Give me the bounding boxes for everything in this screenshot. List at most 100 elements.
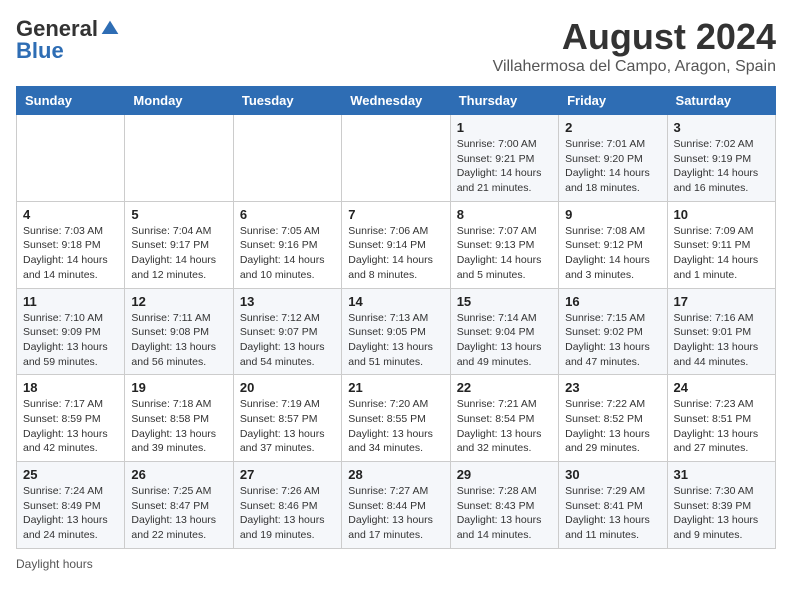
day-info: Sunrise: 7:26 AM Sunset: 8:46 PM Dayligh… — [240, 484, 335, 543]
day-number: 27 — [240, 467, 335, 482]
day-number: 14 — [348, 294, 443, 309]
day-info: Sunrise: 7:23 AM Sunset: 8:51 PM Dayligh… — [674, 397, 769, 456]
weekday-header-wednesday: Wednesday — [342, 87, 450, 115]
calendar-cell: 6 Sunrise: 7:05 AM Sunset: 9:16 PM Daylig… — [233, 201, 341, 288]
day-info: Sunrise: 7:13 AM Sunset: 9:05 PM Dayligh… — [348, 311, 443, 370]
day-info: Sunrise: 7:15 AM Sunset: 9:02 PM Dayligh… — [565, 311, 660, 370]
day-info: Sunrise: 7:01 AM Sunset: 9:20 PM Dayligh… — [565, 137, 660, 196]
day-info: Sunrise: 7:12 AM Sunset: 9:07 PM Dayligh… — [240, 311, 335, 370]
calendar-cell — [17, 115, 125, 202]
calendar-cell — [342, 115, 450, 202]
calendar-cell: 13Sunrise: 7:12 AM Sunset: 9:07 PM Dayli… — [233, 288, 341, 375]
day-number: 8 — [457, 207, 552, 222]
day-info: Sunrise: 7:18 AM Sunset: 8:58 PM Dayligh… — [131, 397, 226, 456]
day-info: Sunrise: 7:21 AM Sunset: 8:54 PM Dayligh… — [457, 397, 552, 456]
day-number: 20 — [240, 380, 335, 395]
calendar-cell: 26 Sunrise: 7:25 AM Sunset: 8:47 PM Dayli… — [125, 462, 233, 549]
calendar-week-row: 1Sunrise: 7:00 AM Sunset: 9:21 PM Daylig… — [17, 115, 776, 202]
calendar-cell — [233, 115, 341, 202]
weekday-header-saturday: Saturday — [667, 87, 775, 115]
day-info: Sunrise: 7:25 AM Sunset: 8:47 PM Dayligh… — [131, 484, 226, 543]
calendar-cell: 1Sunrise: 7:00 AM Sunset: 9:21 PM Daylig… — [450, 115, 558, 202]
day-info: Sunrise: 7:08 AM Sunset: 9:12 PM Dayligh… — [565, 224, 660, 283]
day-number: 4 — [23, 207, 118, 222]
title-block: August 2024 Villahermosa del Campo, Arag… — [493, 16, 776, 76]
calendar-cell: 4Sunrise: 7:03 AM Sunset: 9:18 PM Daylig… — [17, 201, 125, 288]
day-number: 18 — [23, 380, 118, 395]
day-info: Sunrise: 7:04 AM Sunset: 9:17 PM Dayligh… — [131, 224, 226, 283]
day-info: Sunrise: 7:20 AM Sunset: 8:55 PM Dayligh… — [348, 397, 443, 456]
day-number: 9 — [565, 207, 660, 222]
day-number: 10 — [674, 207, 769, 222]
day-number: 12 — [131, 294, 226, 309]
day-info: Sunrise: 7:24 AM Sunset: 8:49 PM Dayligh… — [23, 484, 118, 543]
day-number: 22 — [457, 380, 552, 395]
day-number: 21 — [348, 380, 443, 395]
day-info: Sunrise: 7:00 AM Sunset: 9:21 PM Dayligh… — [457, 137, 552, 196]
logo: General Blue — [16, 16, 120, 64]
day-info: Sunrise: 7:16 AM Sunset: 9:01 PM Dayligh… — [674, 311, 769, 370]
calendar-cell: 23Sunrise: 7:22 AM Sunset: 8:52 PM Dayli… — [559, 375, 667, 462]
weekday-header-tuesday: Tuesday — [233, 87, 341, 115]
day-number: 6 — [240, 207, 335, 222]
day-info: Sunrise: 7:10 AM Sunset: 9:09 PM Dayligh… — [23, 311, 118, 370]
footer: Daylight hours — [16, 557, 776, 571]
day-number: 26 — [131, 467, 226, 482]
day-number: 2 — [565, 120, 660, 135]
calendar-cell: 27 Sunrise: 7:26 AM Sunset: 8:46 PM Dayli… — [233, 462, 341, 549]
calendar-cell: 8 Sunrise: 7:07 AM Sunset: 9:13 PM Daylig… — [450, 201, 558, 288]
calendar-cell: 5 Sunrise: 7:04 AM Sunset: 9:17 PM Daylig… — [125, 201, 233, 288]
day-info: Sunrise: 7:02 AM Sunset: 9:19 PM Dayligh… — [674, 137, 769, 196]
calendar-cell: 2 Sunrise: 7:01 AM Sunset: 9:20 PM Daylig… — [559, 115, 667, 202]
day-number: 23 — [565, 380, 660, 395]
day-number: 24 — [674, 380, 769, 395]
day-info: Sunrise: 7:06 AM Sunset: 9:14 PM Dayligh… — [348, 224, 443, 283]
month-year-title: August 2024 — [493, 16, 776, 58]
calendar-week-row: 4Sunrise: 7:03 AM Sunset: 9:18 PM Daylig… — [17, 201, 776, 288]
calendar-cell: 16 Sunrise: 7:15 AM Sunset: 9:02 PM Dayli… — [559, 288, 667, 375]
day-info: Sunrise: 7:27 AM Sunset: 8:44 PM Dayligh… — [348, 484, 443, 543]
calendar-week-row: 11 Sunrise: 7:10 AM Sunset: 9:09 PM Dayli… — [17, 288, 776, 375]
day-info: Sunrise: 7:30 AM Sunset: 8:39 PM Dayligh… — [674, 484, 769, 543]
calendar-cell: 18 Sunrise: 7:17 AM Sunset: 8:59 PM Dayli… — [17, 375, 125, 462]
day-info: Sunrise: 7:17 AM Sunset: 8:59 PM Dayligh… — [23, 397, 118, 456]
weekday-header-sunday: Sunday — [17, 87, 125, 115]
calendar-cell: 28 Sunrise: 7:27 AM Sunset: 8:44 PM Dayli… — [342, 462, 450, 549]
day-number: 5 — [131, 207, 226, 222]
weekday-header-row: SundayMondayTuesdayWednesdayThursdayFrid… — [17, 87, 776, 115]
calendar-cell: 19 Sunrise: 7:18 AM Sunset: 8:58 PM Dayli… — [125, 375, 233, 462]
day-number: 15 — [457, 294, 552, 309]
calendar-table: SundayMondayTuesdayWednesdayThursdayFrid… — [16, 86, 776, 549]
calendar-cell: 20Sunrise: 7:19 AM Sunset: 8:57 PM Dayli… — [233, 375, 341, 462]
calendar-cell: 30Sunrise: 7:29 AM Sunset: 8:41 PM Dayli… — [559, 462, 667, 549]
calendar-week-row: 25 Sunrise: 7:24 AM Sunset: 8:49 PM Dayli… — [17, 462, 776, 549]
calendar-header: SundayMondayTuesdayWednesdayThursdayFrid… — [17, 87, 776, 115]
day-info: Sunrise: 7:07 AM Sunset: 9:13 PM Dayligh… — [457, 224, 552, 283]
day-number: 11 — [23, 294, 118, 309]
location-subtitle: Villahermosa del Campo, Aragon, Spain — [493, 58, 776, 76]
calendar-cell: 25 Sunrise: 7:24 AM Sunset: 8:49 PM Dayli… — [17, 462, 125, 549]
calendar-cell: 11 Sunrise: 7:10 AM Sunset: 9:09 PM Dayli… — [17, 288, 125, 375]
calendar-cell: 21 Sunrise: 7:20 AM Sunset: 8:55 PM Dayli… — [342, 375, 450, 462]
weekday-header-monday: Monday — [125, 87, 233, 115]
daylight-hours-label: Daylight hours — [16, 557, 93, 571]
day-number: 7 — [348, 207, 443, 222]
page-header: General Blue August 2024 Villahermosa de… — [16, 16, 776, 76]
calendar-cell: 9 Sunrise: 7:08 AM Sunset: 9:12 PM Daylig… — [559, 201, 667, 288]
calendar-cell: 12 Sunrise: 7:11 AM Sunset: 9:08 PM Dayli… — [125, 288, 233, 375]
weekday-header-friday: Friday — [559, 87, 667, 115]
calendar-cell: 31Sunrise: 7:30 AM Sunset: 8:39 PM Dayli… — [667, 462, 775, 549]
day-number: 19 — [131, 380, 226, 395]
day-number: 17 — [674, 294, 769, 309]
day-info: Sunrise: 7:14 AM Sunset: 9:04 PM Dayligh… — [457, 311, 552, 370]
calendar-body: 1Sunrise: 7:00 AM Sunset: 9:21 PM Daylig… — [17, 115, 776, 549]
logo-icon — [100, 19, 120, 39]
calendar-cell: 24 Sunrise: 7:23 AM Sunset: 8:51 PM Dayli… — [667, 375, 775, 462]
calendar-cell — [125, 115, 233, 202]
day-info: Sunrise: 7:11 AM Sunset: 9:08 PM Dayligh… — [131, 311, 226, 370]
calendar-cell: 17 Sunrise: 7:16 AM Sunset: 9:01 PM Dayli… — [667, 288, 775, 375]
day-info: Sunrise: 7:05 AM Sunset: 9:16 PM Dayligh… — [240, 224, 335, 283]
day-number: 28 — [348, 467, 443, 482]
day-number: 25 — [23, 467, 118, 482]
day-number: 16 — [565, 294, 660, 309]
